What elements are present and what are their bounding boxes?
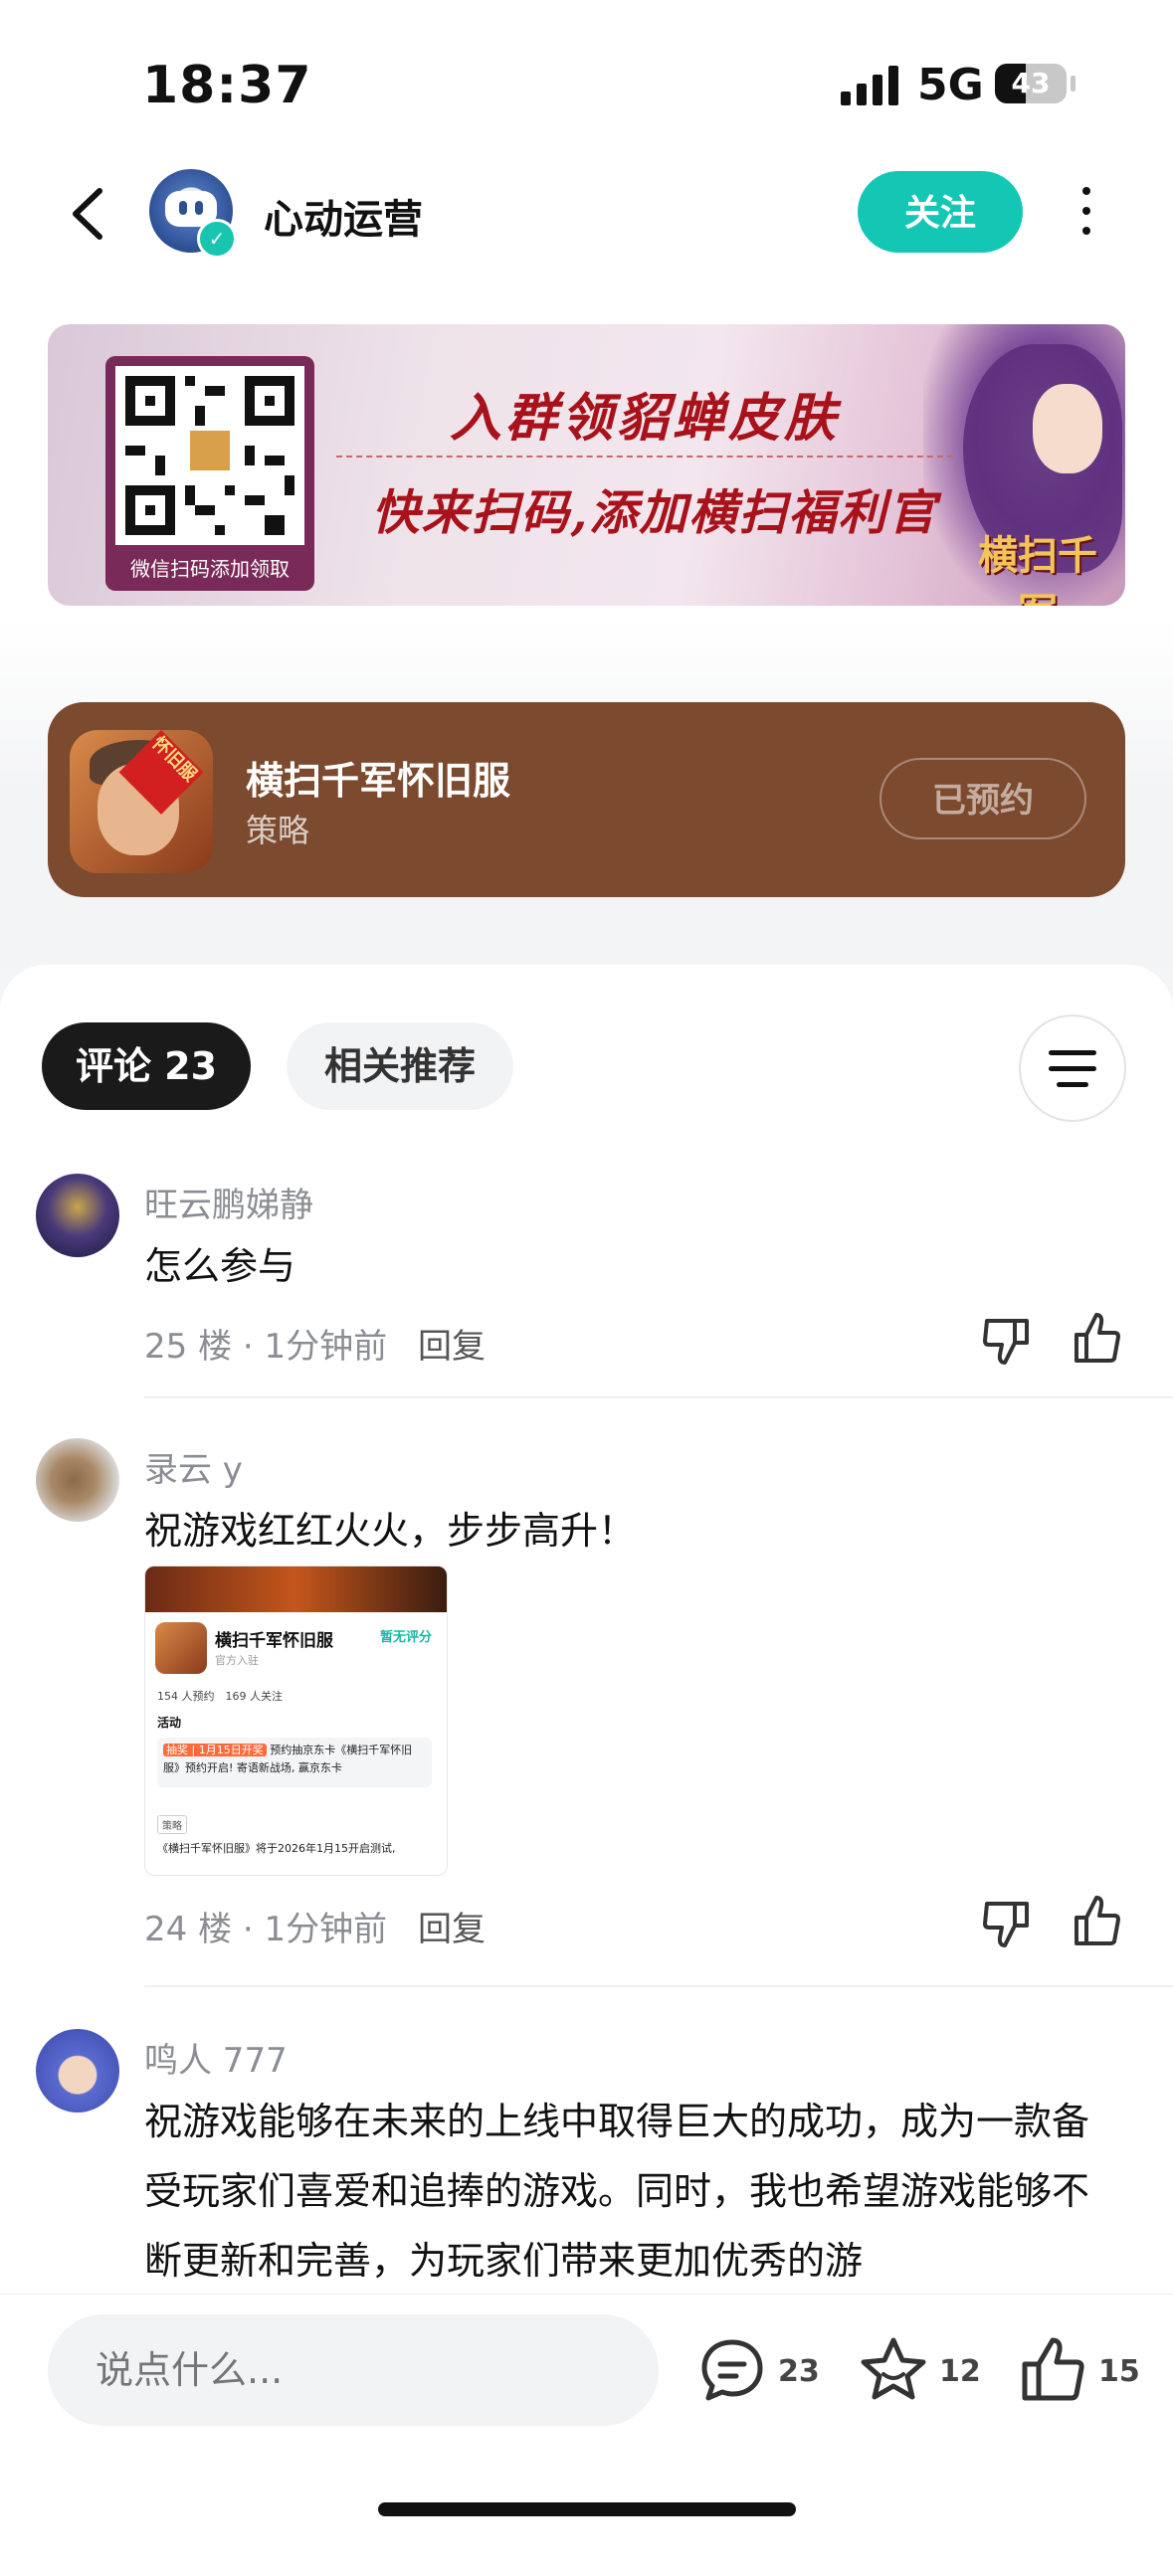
- comment-floor: 25 楼: [144, 1327, 233, 1367]
- banner-divider: [336, 456, 953, 458]
- comment-item: 鸣人 777 祝游戏能够在未来的上线中取得巨大的成功，成为一款备受玩家们喜爱和追…: [0, 2029, 1173, 2298]
- meta-separator: ·: [242, 1910, 265, 1949]
- attachment-header-art: [145, 1566, 447, 1612]
- sort-line: [1057, 1082, 1088, 1087]
- attachment-game-icon: [155, 1622, 207, 1674]
- commenter-avatar[interactable]: [36, 2029, 119, 2113]
- comment-time: 1分钟前: [264, 1327, 388, 1367]
- comment-divider: [144, 1985, 1173, 1987]
- attachment-stats: 154 人预约 169 人关注: [157, 1690, 283, 1703]
- reply-button[interactable]: 回复: [418, 1910, 486, 1949]
- battery-cap: [1071, 76, 1075, 92]
- banner-subline: 快来扫码,添加横扫福利官: [371, 485, 938, 541]
- star-icon: [861, 2337, 926, 2400]
- game-title: 横扫千军怀旧服: [246, 759, 511, 803]
- attachment-activity-tag: 抽奖 | 1月15日开奖: [163, 1744, 267, 1756]
- commenter-avatar[interactable]: [36, 1174, 119, 1257]
- avatar-eye: [179, 201, 187, 215]
- banner-character-face: [1033, 384, 1102, 473]
- header: ✓ 心动运营 关注: [0, 149, 1173, 278]
- comment-count: 23: [778, 2354, 820, 2389]
- reply-button[interactable]: 回复: [418, 1327, 486, 1367]
- battery-level: 43: [1011, 67, 1051, 99]
- reserved-button[interactable]: 已预约: [880, 758, 1086, 839]
- like-action[interactable]: 15: [1017, 2334, 1156, 2406]
- comment-divider: [144, 1396, 1173, 1398]
- favorite-action[interactable]: 12: [858, 2334, 987, 2406]
- favorite-count: 12: [939, 2354, 981, 2389]
- commenter-name[interactable]: 鸣人 777: [144, 2033, 288, 2082]
- dislike-icon[interactable]: [979, 1313, 1035, 1369]
- battery-icon: 43: [995, 64, 1067, 103]
- meta-separator: ·: [242, 1327, 265, 1367]
- banner-headline: 入群领貂蝉皮肤: [449, 388, 840, 449]
- status-time: 18:37: [142, 56, 312, 115]
- attachment-description: 《横扫千军怀旧服》将于2026年1月15开启测试,: [157, 1842, 396, 1855]
- like-count: 15: [1098, 2354, 1140, 2389]
- game-category: 策略: [246, 812, 310, 849]
- like-icon[interactable]: [1069, 1311, 1124, 1367]
- status-bar: 18:37 5G 43: [0, 0, 1173, 149]
- comments-action[interactable]: 23: [696, 2334, 826, 2406]
- qr-caption: 微信扫码添加领取: [130, 557, 290, 581]
- home-indicator[interactable]: [378, 2502, 796, 2516]
- comment-bubble-icon: [701, 2339, 763, 2401]
- commenter-name[interactable]: 录云 y: [144, 1442, 243, 1491]
- more-options-icon[interactable]: [1076, 187, 1096, 239]
- game-logo: 横扫千军: [978, 532, 1097, 606]
- tab-comments[interactable]: 评论 23: [42, 1022, 251, 1110]
- verified-badge-icon: ✓: [197, 219, 237, 259]
- dislike-icon[interactable]: [979, 1896, 1035, 1951]
- attachment-activity: 抽奖 | 1月15日开奖 预约抽京东卡《横扫千军怀旧服》预约开启! 寄语新战场,…: [157, 1738, 432, 1787]
- follow-button[interactable]: 关注: [858, 171, 1023, 253]
- qr-code-card: 微信扫码添加领取: [105, 356, 314, 591]
- comment-item: 录云 y 祝游戏红红火火，步步高升！ 横扫千军怀旧服 暂无评分 官方入驻 154…: [0, 1438, 1173, 1995]
- comment-image-attachment[interactable]: 横扫千军怀旧服 暂无评分 官方入驻 154 人预约 169 人关注 活动 抽奖 …: [144, 1565, 448, 1876]
- sort-filter-button[interactable]: [1019, 1014, 1126, 1122]
- like-icon[interactable]: [1069, 1894, 1124, 1949]
- comment-text: 怎么参与: [144, 1244, 296, 1288]
- qr-code-icon: [115, 366, 304, 545]
- account-name[interactable]: 心动运营: [264, 187, 423, 245]
- attachment-rating: 暂无评分: [380, 1630, 433, 1645]
- game-card[interactable]: 怀旧服 横扫千军怀旧服 策略 已预约: [48, 702, 1125, 897]
- comment-item: 旺云鹏娣静 怎么参与 25 楼 · 1分钟前 回复: [0, 1174, 1173, 1373]
- network-type: 5G: [917, 60, 984, 110]
- back-arrow-icon[interactable]: [62, 179, 121, 249]
- commenter-name[interactable]: 旺云鹏娣静: [144, 1178, 313, 1226]
- game-icon[interactable]: 怀旧服: [70, 730, 213, 873]
- comment-input[interactable]: [48, 2314, 659, 2426]
- promo-banner[interactable]: 微信扫码添加领取 入群领貂蝉皮肤 快来扫码,添加横扫福利官 横扫千军: [48, 324, 1125, 606]
- signal-icon: [841, 66, 898, 105]
- avatar-eye: [195, 201, 203, 215]
- sort-line: [1049, 1050, 1096, 1055]
- commenter-avatar[interactable]: [36, 1438, 119, 1522]
- thumbs-up-icon: [1022, 2337, 1084, 2401]
- comment-text: 祝游戏能够在未来的上线中取得巨大的成功，成为一款备受玩家们喜爱和追捧的游戏。同时…: [144, 2100, 1090, 2283]
- attachment-official: 官方入驻: [215, 1654, 259, 1667]
- comment-floor: 24 楼: [144, 1910, 233, 1949]
- tab-related[interactable]: 相关推荐: [287, 1022, 513, 1110]
- comment-meta: 24 楼 · 1分钟前 回复: [144, 1902, 486, 1950]
- attachment-activity-label: 活动: [157, 1716, 182, 1730]
- attachment-category-chip: 策略: [157, 1815, 187, 1834]
- sort-line: [1049, 1066, 1096, 1071]
- comment-time: 1分钟前: [264, 1910, 388, 1949]
- comment-text: 祝游戏红红火火，步步高升！: [144, 1509, 637, 1553]
- comment-meta: 25 楼 · 1分钟前 回复: [144, 1319, 486, 1368]
- attachment-title: 横扫千军怀旧服: [215, 1631, 333, 1651]
